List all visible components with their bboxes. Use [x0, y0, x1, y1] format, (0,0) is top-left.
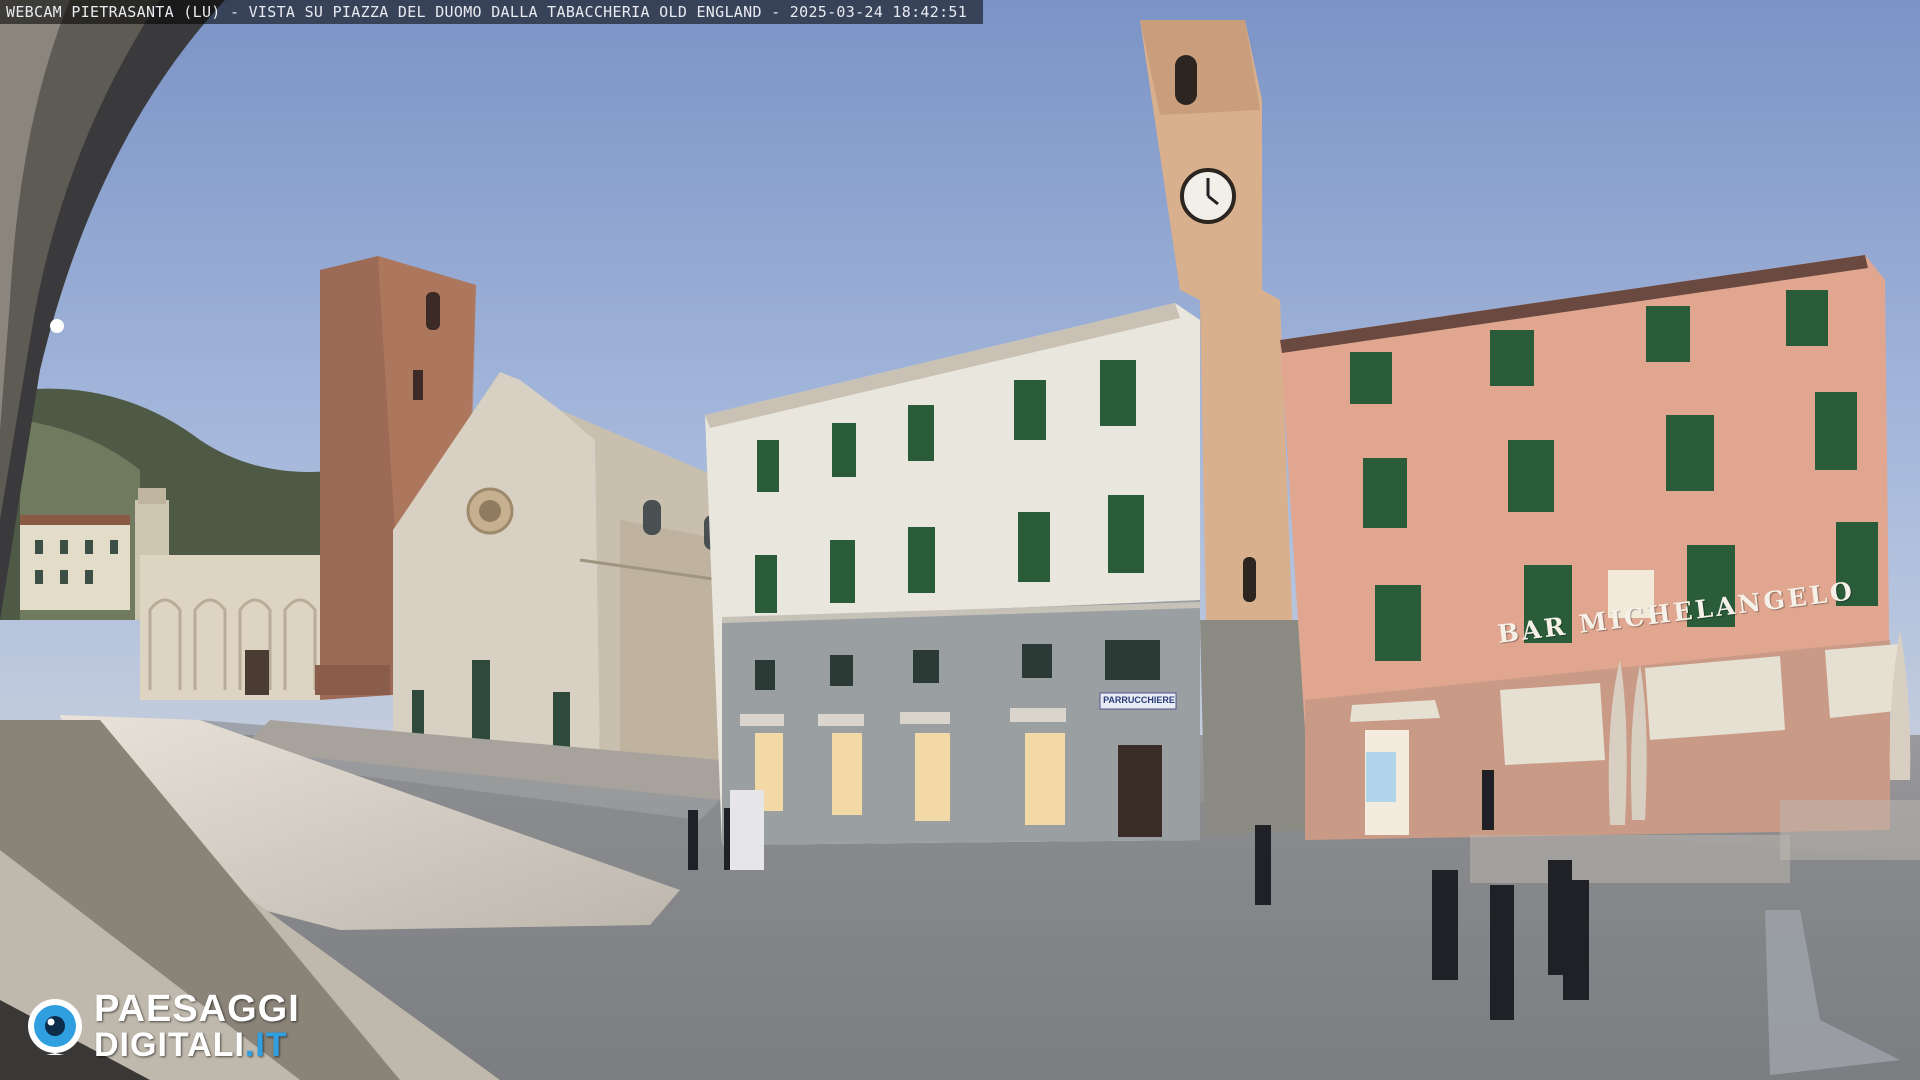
webcam-frame: WEBCAM PIETRASANTA (LU) - VISTA SU PIAZZ…	[0, 0, 1920, 1080]
logo-line2-main: DIGITALI	[94, 1026, 245, 1064]
webcam-caption: WEBCAM PIETRASANTA (LU) - VISTA SU PIAZZ…	[0, 0, 984, 24]
left-building	[20, 520, 130, 610]
parrucchiere-sign: PARRUCCHIERE	[1103, 695, 1175, 705]
logo-line2-accent: .IT	[244, 1026, 288, 1064]
paesaggi-digitali-logo: PAESAGGI DIGITALI.IT	[26, 990, 300, 1062]
logo-line2: DIGITALI.IT	[94, 1028, 300, 1062]
logo-line1: PAESAGGI	[94, 988, 300, 1030]
piazza-scene	[0, 0, 1920, 1080]
camera-eye-icon	[26, 997, 84, 1055]
church-arcade	[140, 555, 325, 700]
